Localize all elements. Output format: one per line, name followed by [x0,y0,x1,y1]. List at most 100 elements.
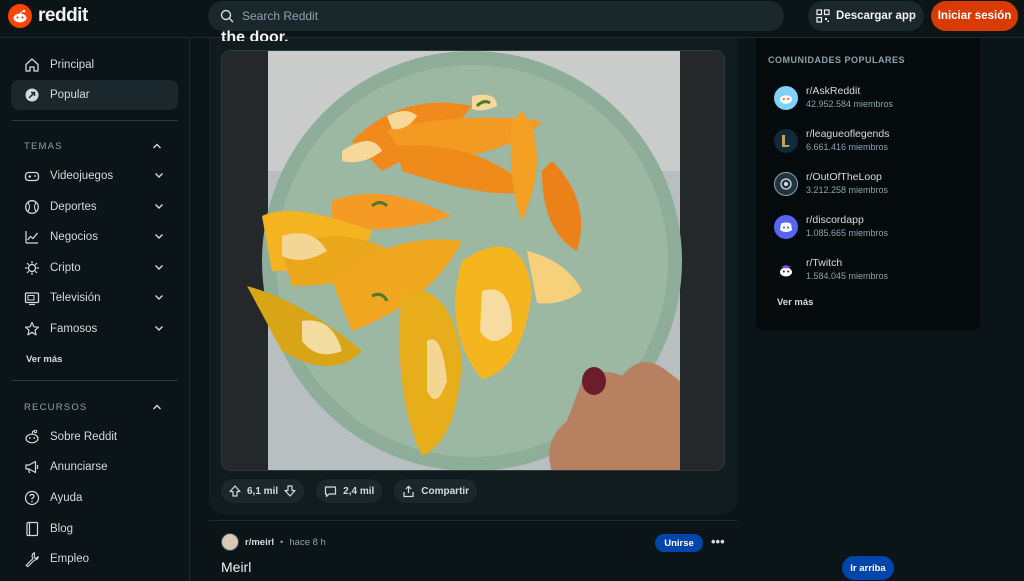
chevron-down-icon [155,265,163,270]
sidebar-item-negocios[interactable]: Negocios [11,222,178,252]
community-name: r/discordapp [806,214,864,226]
community-members: 6.661.416 miembros [806,142,889,152]
post-separator [209,520,737,521]
vote-count: 6,1 mil [247,485,279,497]
subreddit-link[interactable]: r/meirl [245,537,274,548]
reddit-snoo-icon [8,4,32,28]
sidebar-item-label: Ayuda [50,492,83,504]
top-header: reddit Descargar app Iniciar sesión [0,0,1024,38]
book-icon [26,521,39,537]
chevron-down-icon [155,234,163,239]
subreddit-avatar[interactable] [221,533,239,551]
download-app-label: Descargar app [836,10,916,22]
chevron-up-icon[interactable] [152,141,162,151]
topics-see-more-link[interactable]: Ver más [26,354,62,365]
logo-text: reddit [38,5,88,26]
chevron-down-icon [155,295,163,300]
next-post-title[interactable]: Meirl [221,559,251,575]
askreddit-icon [774,85,798,110]
chevron-up-icon[interactable] [152,402,162,412]
sidebar-item-label: Empleo [50,553,89,565]
scroll-to-top-button[interactable]: Ir arriba [842,556,894,580]
chevron-down-icon [155,173,163,178]
community-item[interactable]: r/AskReddit 42.952.584 miembros [774,85,893,110]
chevron-down-icon [155,204,163,209]
post-time: hace 8 h [289,536,326,548]
sidebar-item-deportes[interactable]: Deportes [11,192,178,222]
popular-icon [25,88,39,102]
popular-communities-title: COMUNIDADES POPULARES [768,55,906,65]
reddit-logo[interactable]: reddit [8,4,88,28]
comments-button[interactable]: 2,4 mil [316,479,383,503]
sidebar-item-videojuegos[interactable]: Videojuegos [11,161,178,191]
discord-icon [774,214,798,239]
nav-popular[interactable]: Popular [11,80,178,110]
megaphone-icon [25,460,39,474]
sidebar-divider [11,380,178,381]
search-bar[interactable] [208,1,784,31]
share-label: Compartir [421,485,470,497]
upvote-icon[interactable] [229,485,241,497]
download-app-button[interactable]: Descargar app [808,1,924,31]
topics-title: TEMAS [24,141,63,152]
sidebar-item-label: Famosos [50,323,98,335]
sidebar-item-cripto[interactable]: Cripto [11,253,178,283]
tv-icon [24,292,40,306]
star-icon [24,321,40,336]
share-button[interactable]: Compartir [394,479,478,503]
sidebar-item-label: Deportes [50,201,97,213]
sidebar-item-label: Videojuegos [50,170,114,182]
sidebar-divider [11,120,178,121]
join-button[interactable]: Unirse [655,534,703,552]
comment-icon [325,485,337,497]
sidebar-item-sobre-reddit[interactable]: Sobre Reddit [11,422,178,452]
next-post-meta: r/meirl • hace 8 h [221,533,326,551]
sidebar-item-famosos[interactable]: Famosos [11,314,178,344]
home-icon [25,58,39,72]
nav-home-label: Principal [50,59,95,71]
sidebar-item-label: Sobre Reddit [50,431,118,443]
outoftheloop-icon [774,171,798,196]
sidebar-item-anunciarse[interactable]: Anunciarse [11,452,178,482]
nav-home[interactable]: Principal [11,50,178,80]
community-name: r/Twitch [806,257,843,269]
reddit-icon [25,429,39,444]
crypto-icon [25,261,39,275]
community-item[interactable]: r/OutOfTheLoop 3.212.258 miembros [774,171,888,196]
vote-control[interactable]: 6,1 mil [221,479,305,503]
community-item[interactable]: r/discordapp 1.085.665 miembros [774,214,888,239]
post-actions: 6,1 mil 2,4 mil Compartir [221,479,478,503]
share-icon [403,484,414,497]
gamepad-icon [24,171,40,182]
login-button[interactable]: Iniciar sesión [931,1,1018,31]
wrench-icon [25,552,39,567]
community-members: 1.085.665 miembros [806,228,889,238]
sidebar-item-label: Blog [50,523,74,535]
community-item[interactable]: r/leagueoflegends 6.661.416 miembros [774,128,889,153]
search-input[interactable] [242,9,762,23]
community-members: 42.952.584 miembros [806,99,894,109]
sidebar-item-label: Cripto [50,262,81,274]
sidebar-item-ayuda[interactable]: Ayuda [11,483,178,513]
more-options-icon[interactable]: ••• [711,534,725,549]
sidebar-item-label: Negocios [50,231,98,243]
sidebar-item-empleo[interactable]: Empleo [11,544,178,574]
downvote-icon[interactable] [284,485,296,497]
community-name: r/OutOfTheLoop [806,171,882,183]
twitch-icon [774,257,798,282]
qr-code-icon [816,9,830,23]
post-title[interactable]: the door. [221,24,289,41]
communities-see-more-link[interactable]: Ver más [777,297,813,308]
chevron-down-icon [155,326,163,331]
leagueoflegends-icon [774,128,798,153]
community-members: 3.212.258 miembros [806,185,889,195]
community-item[interactable]: r/Twitch 1.584.045 miembros [774,257,888,282]
resources-title: RECURSOS [24,402,88,413]
search-icon [220,9,234,23]
comment-count: 2,4 mil [343,485,375,497]
sidebar-item-blog[interactable]: Blog [11,514,178,544]
pepper-plate-photo [222,51,724,470]
community-name: r/leagueoflegends [806,128,890,140]
sidebar-item-television[interactable]: Televisión [11,283,178,313]
post-image[interactable] [221,50,725,471]
